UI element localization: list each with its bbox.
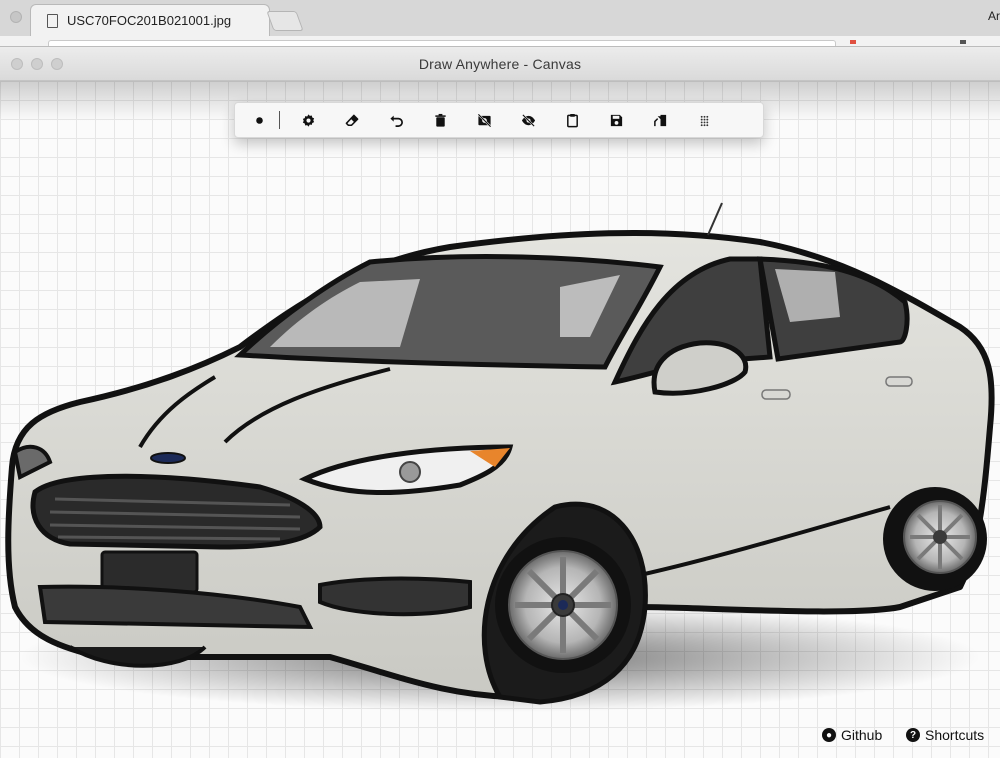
rear-hub [933,530,947,544]
browser-tabstrip: USC70FOC201B021001.jpg ✕ Ar [0,0,1000,36]
shortcuts-link[interactable]: ? Shortcuts [906,727,984,743]
github-link[interactable]: ● Github [822,727,882,743]
hide-background-button[interactable] [466,106,502,134]
canvas-window: Draw Anywhere - Canvas ● Github ? Shortc… [0,46,1000,758]
eye-off-icon [521,113,535,127]
car-drawing [5,202,995,712]
brush-size-button[interactable] [247,106,271,134]
trash-icon [434,113,446,127]
eraser-icon [345,114,358,126]
github-icon: ● [822,728,836,742]
brush-size-icon [255,116,263,124]
drawing-toolbar [234,102,764,138]
hide-drawing-button[interactable] [510,106,546,134]
save-button[interactable] [598,106,634,134]
resize-icon [653,114,666,126]
drag-handle-icon [700,115,708,126]
new-tab-button[interactable] [266,11,304,31]
resize-button[interactable] [642,106,678,134]
clear-button[interactable] [422,106,458,134]
eraser-button[interactable] [334,106,370,134]
hide-background-icon [477,113,491,127]
hub-logo [558,600,568,610]
door-handle [761,389,791,400]
browser-tab[interactable]: USC70FOC201B021001.jpg ✕ [30,4,286,36]
github-label: Github [841,727,883,743]
toolbar-separator [279,111,280,129]
menu-icon[interactable] [960,40,966,44]
move-toolbar-handle[interactable] [686,106,722,134]
ford-logo [150,452,186,464]
copy-button[interactable] [554,106,590,134]
shortcuts-label: Shortcuts [925,727,985,743]
help-icon: ? [906,728,920,742]
tab-title: USC70FOC201B021001.jpg [67,13,232,28]
window-title: Draw Anywhere - Canvas [418,56,582,72]
window-titlebar: Draw Anywhere - Canvas [0,47,1000,81]
clipboard-icon [566,113,578,127]
save-icon [610,114,622,126]
antenna [707,202,723,236]
headlight-lens [399,461,421,483]
settings-icon [302,113,314,127]
settings-button[interactable] [290,106,326,134]
browser-window-button[interactable] [10,11,22,23]
document-icon [47,14,58,28]
door-handle [885,376,913,387]
fog-light-bezel [318,576,472,617]
extension-icon[interactable] [850,40,856,44]
profile-name[interactable]: Ar [988,9,1000,23]
undo-button[interactable] [378,106,414,134]
undo-icon [389,115,403,127]
